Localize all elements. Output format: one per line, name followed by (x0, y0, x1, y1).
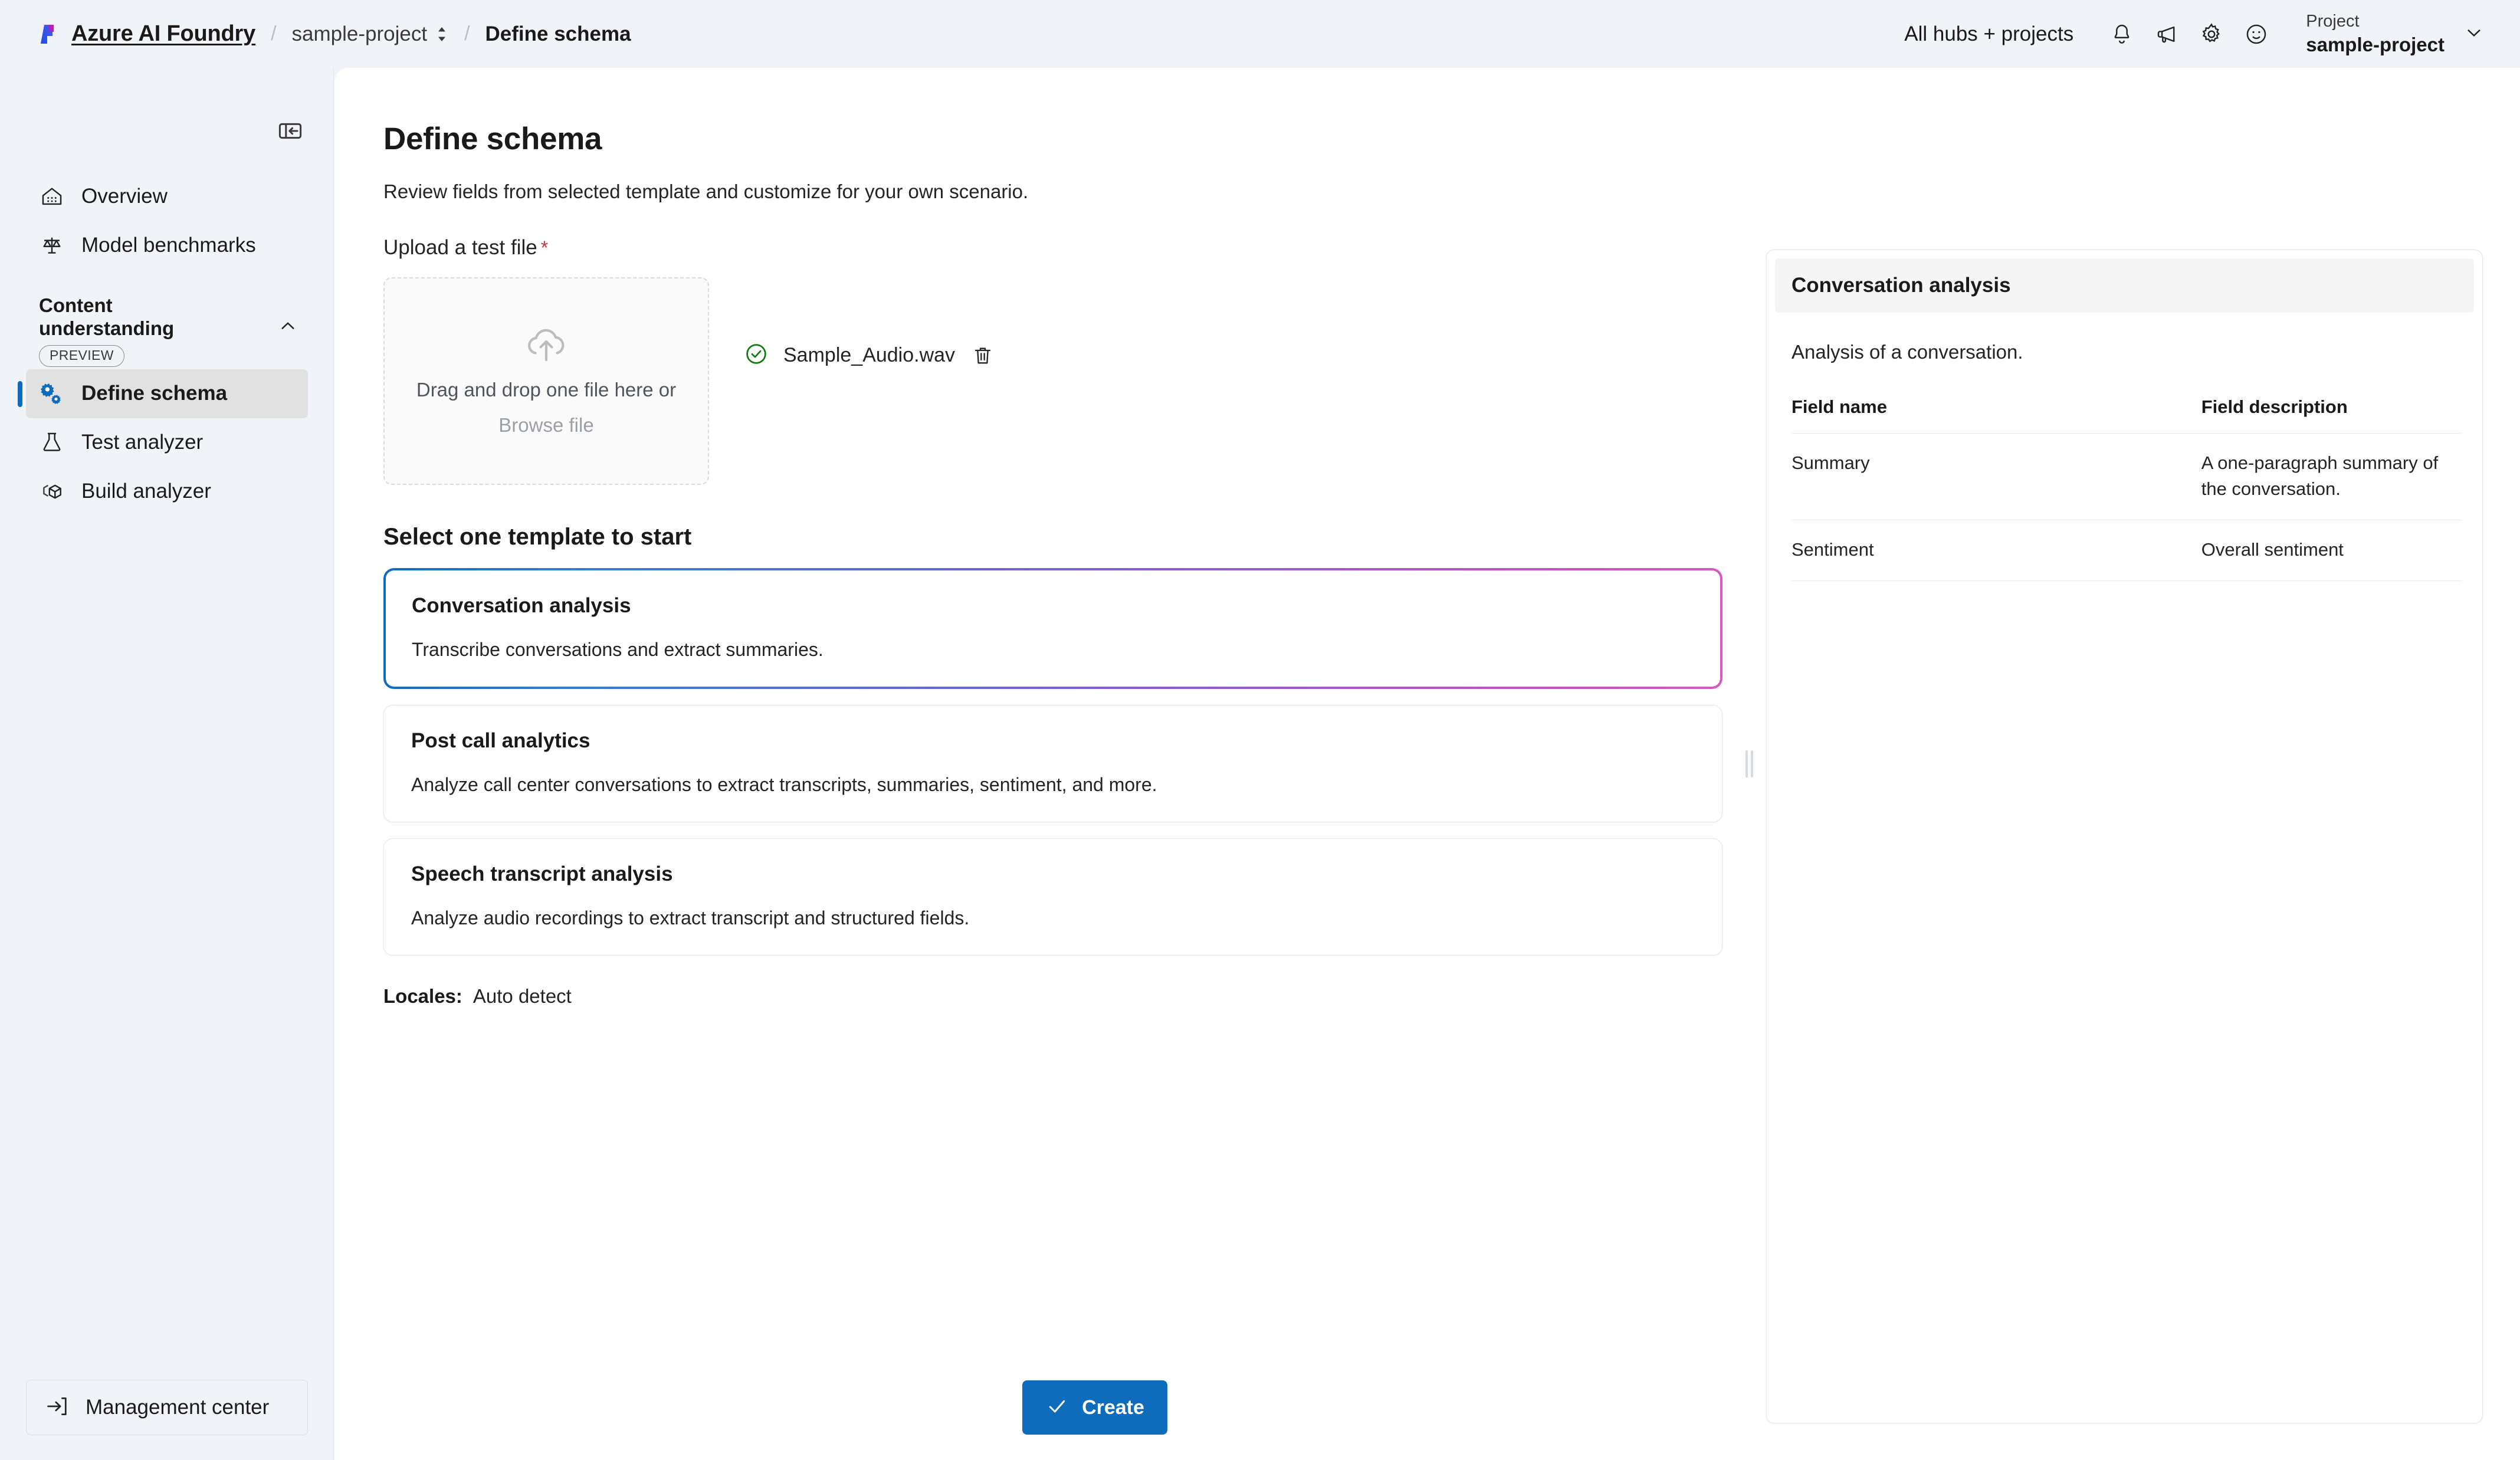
cell-field-name: Summary (1791, 433, 2167, 521)
megaphone-icon[interactable] (2144, 12, 2189, 57)
column-header-field-description: Field description (2167, 396, 2462, 434)
breadcrumb-separator-1: / (271, 22, 277, 45)
top-bar-actions: All hubs + projects Project sample-proje… (1904, 0, 2494, 68)
panel-splitter[interactable] (1743, 68, 1756, 1460)
sidebar-item-label: Build analyzer (81, 480, 211, 503)
brand-group: Azure AI Foundry (37, 21, 255, 47)
sidebar-item-label: Overview (81, 184, 168, 208)
template-details-description: Analysis of a conversation. (1791, 341, 2023, 363)
chevron-up-icon[interactable] (276, 314, 300, 338)
scales-icon (39, 232, 65, 258)
cell-field-description: A one-paragraph summary of the conversat… (2167, 433, 2462, 521)
cogs-icon (39, 380, 65, 406)
breadcrumb-item-project[interactable]: sample-project (292, 22, 449, 46)
management-center-button[interactable]: Management center (26, 1380, 308, 1435)
main-column: Define schema Review fields from selecte… (383, 121, 1722, 1008)
template-card-post-call-analytics[interactable]: Post call analytics Analyze call center … (383, 705, 1722, 822)
checkmark-icon (1045, 1395, 1069, 1421)
template-details-header: Conversation analysis (1775, 258, 2474, 313)
main-canvas: Define schema Review fields from selecte… (334, 68, 2520, 1460)
page-title: Define schema (383, 122, 602, 156)
all-hubs-projects-link[interactable]: All hubs + projects (1904, 22, 2073, 46)
trash-icon[interactable] (969, 342, 996, 369)
upload-row: Drag and drop one file here or Browse fi… (383, 277, 1722, 485)
checkmark-circle-icon (743, 341, 769, 370)
upload-section-label: Upload a test file * (383, 236, 1722, 260)
panel-collapse-icon[interactable] (273, 114, 307, 148)
sidebar-item-build-analyzer[interactable]: Build analyzer (26, 467, 308, 516)
file-dropzone[interactable]: Drag and drop one file here or Browse fi… (383, 277, 709, 485)
page-subtitle: Review fields from selected template and… (383, 181, 1029, 202)
sidebar-group-title: Content understanding (39, 294, 175, 339)
required-marker: * (540, 237, 549, 258)
template-card-description: Analyze audio recordings to extract tran… (411, 907, 970, 929)
uploaded-file-row: Sample_Audio.wav (743, 341, 996, 370)
template-card-conversation-analysis[interactable]: Conversation analysis Transcribe convers… (383, 568, 1722, 689)
column-header-field-name: Field name (1791, 396, 2167, 434)
template-card-title: Conversation analysis (412, 594, 631, 617)
template-card-title: Post call analytics (411, 729, 590, 752)
swap-vertical-icon (438, 27, 446, 41)
breadcrumb-separator-2: / (464, 22, 470, 45)
create-button[interactable]: Create (1022, 1380, 1167, 1435)
sidebar-item-test-analyzer[interactable]: Test analyzer (26, 418, 308, 467)
project-selector[interactable]: Project sample-project (2295, 8, 2494, 59)
cube-icon (39, 478, 65, 504)
table-row: Sentiment Overall sentiment (1791, 520, 2462, 582)
uploaded-file-name: Sample_Audio.wav (783, 344, 956, 366)
table-row: Summary A one-paragraph summary of the c… (1791, 433, 2462, 521)
template-card-description: Transcribe conversations and extract sum… (412, 639, 823, 660)
sidebar-item-model-benchmarks[interactable]: Model benchmarks (26, 221, 308, 270)
browse-file-link[interactable]: Browse file (498, 414, 593, 437)
templates-heading: Select one template to start (383, 524, 692, 550)
top-bar: Azure AI Foundry / sample-project / Defi… (0, 0, 2520, 68)
sidebar-item-label: Model benchmarks (81, 233, 256, 257)
sidebar-nav: Overview Model benchmarks Content unders… (0, 172, 334, 516)
project-label: Project (2306, 12, 2360, 31)
create-button-label: Create (1082, 1396, 1144, 1419)
template-details-panel: Conversation analysis Analysis of a conv… (1766, 250, 2483, 1423)
sidebar-item-label: Define schema (81, 382, 228, 405)
management-center-label: Management center (86, 1396, 270, 1419)
locales-row: Locales: Auto detect (383, 985, 1722, 1008)
gear-icon[interactable] (2189, 12, 2234, 57)
sidebar-item-label: Test analyzer (81, 431, 204, 454)
brand-link[interactable]: Azure AI Foundry (71, 21, 255, 47)
cloud-upload-icon (523, 326, 569, 366)
locales-value[interactable]: Auto detect (473, 985, 572, 1008)
beaker-icon (39, 429, 65, 455)
bell-icon[interactable] (2099, 12, 2144, 57)
locales-label: Locales: (383, 985, 462, 1007)
sidebar-group-content-understanding[interactable]: Content understanding PREVIEW (26, 294, 308, 367)
template-list: Conversation analysis Transcribe convers… (383, 568, 1722, 956)
sign-in-icon (44, 1393, 70, 1422)
field-table: Field name Field description Summary A o… (1791, 396, 2462, 582)
template-card-description: Analyze call center conversations to ext… (411, 774, 1157, 795)
breadcrumb-item-current: Define schema (485, 22, 631, 45)
table-header-row: Field name Field description (1791, 396, 2462, 434)
chevron-down-icon (2462, 21, 2486, 47)
sidebar-item-define-schema[interactable]: Define schema (18, 369, 308, 418)
cell-field-description: Overall sentiment (2167, 520, 2462, 582)
home-icon (39, 183, 65, 209)
template-details-title: Conversation analysis (1791, 274, 2011, 297)
breadcrumb-project-label: sample-project (291, 22, 428, 45)
dropzone-primary-text: Drag and drop one file here or (416, 378, 677, 401)
smiley-icon[interactable] (2234, 12, 2279, 57)
upload-label-text: Upload a test file (383, 236, 537, 259)
azure-ai-foundry-logo (37, 22, 61, 47)
template-card-speech-transcript-analysis[interactable]: Speech transcript analysis Analyze audio… (383, 838, 1722, 956)
sidebar: Overview Model benchmarks Content unders… (0, 68, 334, 1460)
template-card-title: Speech transcript analysis (411, 862, 673, 885)
preview-badge: PREVIEW (39, 345, 124, 367)
project-value: sample-project (2306, 33, 2444, 55)
cell-field-name: Sentiment (1791, 520, 2167, 582)
sidebar-item-overview[interactable]: Overview (26, 172, 308, 221)
vertical-grip-icon (1745, 750, 1753, 777)
